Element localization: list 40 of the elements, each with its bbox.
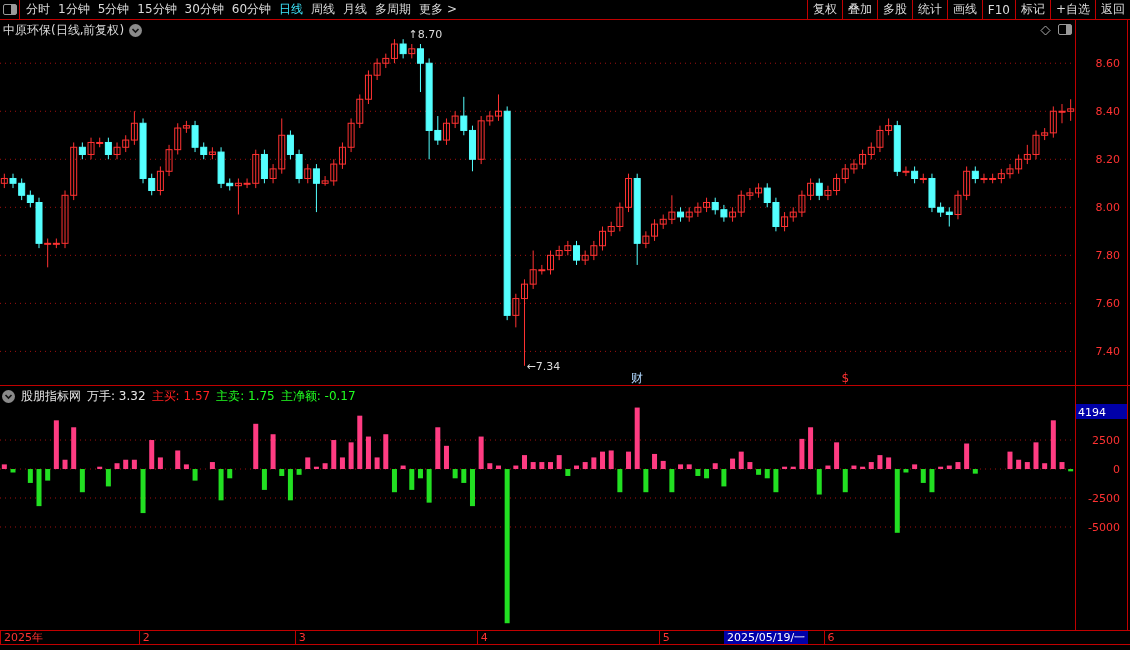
period-tab[interactable]: 1分钟 — [58, 1, 95, 18]
period-tab[interactable]: 月线 — [343, 1, 373, 18]
indicator-reading: 万手: 3.32 — [87, 388, 146, 405]
period-tab[interactable]: 30分钟 — [184, 1, 229, 18]
period-tab[interactable]: 分时 — [26, 1, 55, 18]
price-axis-label: 8.20 — [1095, 153, 1120, 167]
date-axis-label: 4 — [476, 631, 488, 644]
indicator-axis-label: -2500 — [1088, 492, 1120, 505]
event-marker[interactable]: 财 — [631, 371, 644, 385]
period-tab[interactable]: 周线 — [311, 1, 341, 18]
date-axis-label: 2025年 — [0, 631, 43, 644]
period-tab[interactable]: 15分钟 — [137, 1, 182, 18]
price-axis-label: 7.40 — [1095, 345, 1120, 359]
date-axis-label: 6 — [823, 631, 835, 644]
date-axis-label: 3 — [294, 631, 306, 644]
price-axis-label: 8.60 — [1095, 57, 1120, 71]
price-axis-label: 7.80 — [1095, 249, 1120, 263]
indicator-axis-label: 2500 — [1092, 434, 1120, 448]
indicator-reading: 主卖: 1.75 — [216, 388, 275, 405]
indicator-reading: 主净额: -0.17 — [280, 388, 356, 405]
period-tab[interactable]: 更多 > — [419, 1, 462, 18]
indicator-axis-label: -5000 — [1088, 521, 1120, 534]
cursor-date-label: 2025/05/19/一 — [724, 631, 809, 644]
period-tab[interactable]: 5分钟 — [97, 1, 135, 18]
price-axis-label: 7.60 — [1095, 297, 1120, 311]
period-tab[interactable]: 日线 — [279, 1, 309, 18]
period-tab[interactable]: 多周期 — [375, 1, 417, 18]
low-price-label: ←7.34 — [526, 359, 561, 373]
price-axis-label: 8.00 — [1095, 201, 1120, 215]
max-value-label: 4194 — [1076, 404, 1127, 419]
chart-title: 中原环保(日线,前复权) — [3, 22, 125, 39]
indicator-name: 股朋指标网 — [21, 388, 81, 405]
indicator-axis-label: 0 — [1113, 463, 1120, 476]
indicator-reading: 主买: 1.57 — [151, 388, 211, 405]
date-axis-label: 5 — [658, 631, 670, 644]
high-price-label: ↑8.70 — [408, 28, 443, 42]
date-axis-label: 2 — [138, 631, 150, 644]
event-marker[interactable]: $ — [841, 371, 850, 385]
price-axis-label: 8.40 — [1095, 105, 1120, 119]
period-tab[interactable]: 60分钟 — [231, 1, 277, 18]
